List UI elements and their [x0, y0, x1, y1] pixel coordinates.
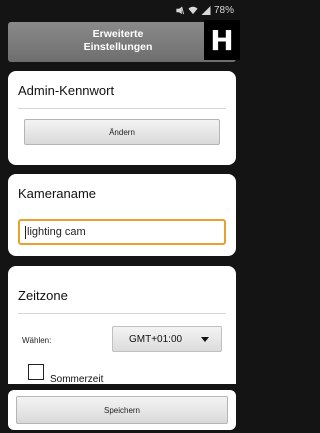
timezone-title: Zeitzone: [18, 288, 68, 303]
timezone-card: Zeitzone Wählen: GMT+01:00 Sommerzeit: [8, 266, 236, 385]
change-password-button[interactable]: Ändern: [24, 119, 220, 145]
timezone-selected-value: GMT+01:00: [129, 333, 183, 345]
signal-icon: [201, 5, 211, 15]
admin-password-card: Admin-Kennwort Ändern: [8, 71, 236, 165]
dropdown-arrow-icon: [201, 337, 209, 342]
footer-bar: Speichern: [8, 390, 236, 430]
badge-h: H: [204, 20, 240, 60]
status-bar: 78%: [0, 0, 244, 20]
dst-checkbox[interactable]: [28, 364, 44, 380]
camera-name-value: lighting cam: [27, 226, 86, 238]
header-bar: Erweiterte Einstellungen H: [8, 20, 240, 62]
battery-percent: 78%: [213, 4, 234, 16]
page-title: Erweiterte Einstellungen: [83, 28, 153, 53]
divider: [18, 108, 226, 109]
camera-name-card: Kameraname lighting cam: [8, 174, 236, 256]
mute-icon: [176, 6, 185, 14]
camera-name-title: Kameraname: [18, 186, 97, 201]
timezone-select[interactable]: GMT+01:00: [112, 326, 222, 352]
admin-password-title: Admin-Kennwort: [18, 83, 115, 98]
dst-label: Sommerzeit: [50, 374, 104, 385]
camera-name-input[interactable]: lighting cam: [18, 219, 226, 245]
text-caret: [25, 225, 26, 239]
divider: [18, 313, 226, 314]
save-button[interactable]: Speichern: [16, 396, 228, 424]
timezone-select-label: Wählen:: [22, 336, 52, 345]
wifi-icon: [188, 6, 198, 14]
